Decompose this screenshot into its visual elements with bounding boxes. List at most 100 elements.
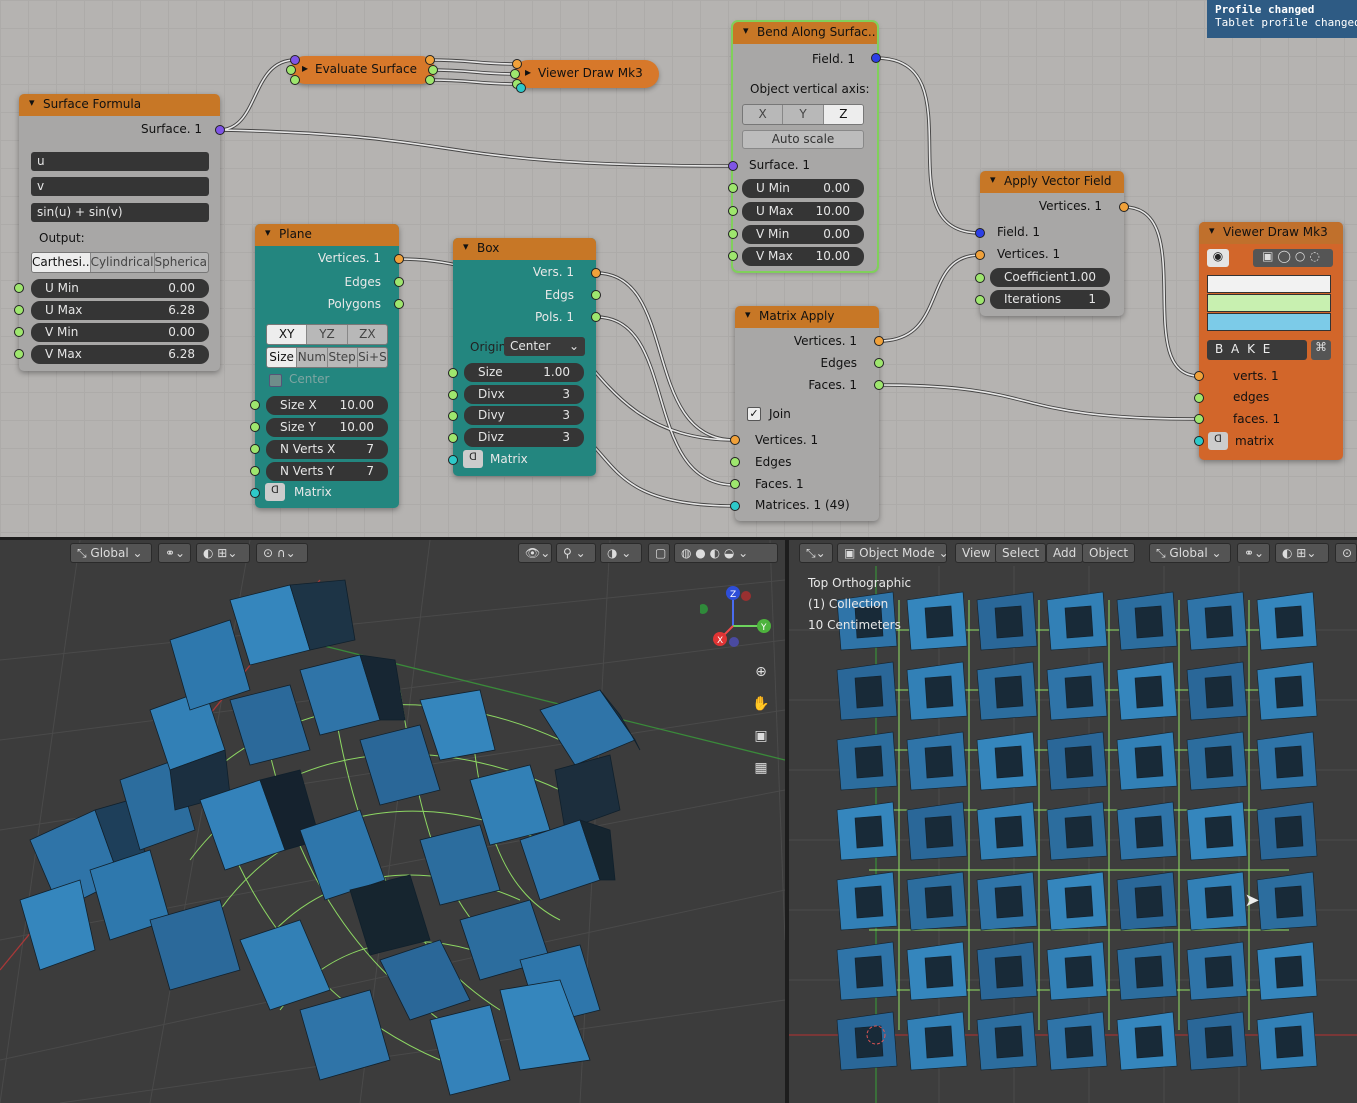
mode-cylindrical[interactable]: Cylindrical (91, 253, 155, 272)
vmax-field[interactable]: V Max 10.00 (742, 247, 864, 266)
umax-socket[interactable] (728, 206, 738, 216)
grid-view-icon[interactable]: ▦ (750, 760, 772, 782)
select-menu[interactable]: Select (995, 543, 1047, 563)
coefficient-field[interactable]: Coefficient 1.00 (990, 268, 1110, 287)
apply-vector-field-node[interactable]: Apply Vector Field Vertices. 1 Field. 1 … (975, 171, 1129, 316)
node-title[interactable]: Box (453, 238, 596, 260)
plane-direction-selector[interactable]: XY YZ ZX (266, 324, 388, 345)
iterations-socket[interactable] (975, 295, 985, 305)
viewport-perspective[interactable]: ⤡ Global ⌄ ⚭⌄ ◐ ⊞⌄ ⊙ ∩⌄ 👁⌄ ⚲ ⌄ ◑ ⌄ ▢ ◍ ●… (0, 540, 785, 1103)
matrix-input-socket[interactable] (1194, 436, 1204, 446)
viewer-small-in-4[interactable] (516, 83, 526, 93)
surface-formula-node[interactable]: Surface Formula Surface. 1 u v sin(u) + … (14, 94, 225, 371)
divx-socket[interactable] (448, 390, 458, 400)
vmax-socket[interactable] (14, 349, 24, 359)
snap-toggle[interactable]: ◐ ⊞⌄ (1275, 543, 1329, 563)
divx-field[interactable]: Divx 3 (464, 385, 584, 404)
umin-socket[interactable] (728, 183, 738, 193)
nvertsx-socket[interactable] (250, 444, 260, 454)
faces-input-socket[interactable] (1194, 414, 1204, 424)
edges-output-socket[interactable] (394, 277, 404, 287)
mode-carthesian[interactable]: Carthesi.. (32, 253, 91, 272)
add-menu[interactable]: Add (1046, 543, 1084, 563)
divy-field[interactable]: Divy 3 (464, 406, 584, 425)
evaluate-v-input[interactable] (290, 75, 300, 85)
evaluate-output-2[interactable] (428, 65, 438, 75)
face-color-swatch[interactable] (1207, 313, 1331, 331)
matrices-input-socket[interactable] (730, 501, 740, 511)
surface-input-socket[interactable] (728, 161, 738, 171)
vertices-input-socket[interactable] (730, 435, 740, 445)
editor-type-dropdown[interactable]: ⤡⌄ (799, 543, 833, 563)
sizex-socket[interactable] (250, 400, 260, 410)
viewer-draw-collapsed-node[interactable]: Viewer Draw Mk3 (514, 60, 659, 88)
object-mode-dropdown[interactable]: ▣ Object Mode ⌄ (837, 543, 949, 563)
faces-output-socket[interactable] (874, 380, 884, 390)
viewer-draw-node[interactable]: Viewer Draw Mk3 ◉ ▣◯○◌ B A K E ⌘ verts. … (1194, 222, 1343, 460)
polygons-output-socket[interactable] (394, 299, 404, 309)
visibility-dropdown[interactable]: 👁⌄ (518, 543, 552, 563)
size-field[interactable]: Size 1.00 (464, 363, 584, 382)
coordinate-mode-selector[interactable]: Carthesi.. Cylindrical Spherical (31, 252, 209, 273)
divz-field[interactable]: Divz 3 (464, 428, 584, 447)
axis-x[interactable]: X (743, 105, 784, 124)
field-output-socket[interactable] (871, 53, 881, 63)
nvertsy-field[interactable]: N Verts Y 7 (266, 462, 388, 481)
umin-field[interactable]: U Min 0.00 (742, 179, 864, 198)
proportional-edit-toggle[interactable]: ⊙ ∩⌄ (256, 543, 308, 563)
faces-input-socket[interactable] (730, 479, 740, 489)
divz-socket[interactable] (448, 433, 458, 443)
matrix-socket[interactable] (448, 455, 458, 465)
zoom-icon[interactable]: ⊕ (750, 664, 772, 686)
sizey-field[interactable]: Size Y 10.00 (266, 418, 388, 437)
navigation-gizmo[interactable]: Z Y X (698, 586, 780, 656)
edges-input-socket[interactable] (730, 457, 740, 467)
node-title[interactable]: Apply Vector Field (980, 171, 1124, 193)
evaluate-output-1[interactable] (425, 55, 435, 65)
evaluate-u-input[interactable] (286, 65, 296, 75)
evaluate-output-3[interactable] (425, 75, 435, 85)
mode-step[interactable]: Step (328, 348, 358, 367)
bend-along-surface-node[interactable]: Bend Along Surfac.. Field. 1 Object vert… (728, 20, 881, 273)
umax-field[interactable]: U Max 6.28 (31, 301, 209, 320)
axis-y[interactable]: Y (783, 105, 824, 124)
xray-toggle[interactable]: ▢ (648, 543, 670, 563)
bake-button[interactable]: B A K E (1207, 340, 1307, 360)
box-node[interactable]: Box Vers. 1 Edgs Pols. 1 Origin Center⌄ … (448, 238, 601, 476)
surface-output-socket[interactable] (215, 125, 225, 135)
proportional-edit-toggle[interactable]: ⊙ (1335, 543, 1357, 563)
vertex-color-swatch[interactable] (1207, 275, 1331, 293)
evaluate-surface-node[interactable]: Evaluate Surface (291, 56, 435, 84)
camera-icon[interactable]: ▣ (750, 728, 772, 750)
vmax-socket[interactable] (728, 251, 738, 261)
node-title[interactable]: Viewer Draw Mk3 (1199, 222, 1343, 244)
verts-input-socket[interactable] (1194, 371, 1204, 381)
vmin-socket[interactable] (14, 327, 24, 337)
expression-u-field[interactable]: u (31, 152, 209, 171)
evaluate-surface-input[interactable] (290, 55, 300, 65)
plane-yz[interactable]: YZ (307, 325, 348, 344)
pivot-dropdown[interactable]: ⚭⌄ (1237, 543, 1270, 563)
pan-hand-icon[interactable]: ✋ (750, 696, 772, 718)
vmin-field[interactable]: V Min 0.00 (31, 323, 209, 342)
axis-selector[interactable]: X Y Z (742, 104, 864, 125)
vmin-field[interactable]: V Min 0.00 (742, 225, 864, 244)
viewer-small-in-2[interactable] (510, 69, 520, 79)
orientation-dropdown[interactable]: ⤡ Global ⌄ (1149, 543, 1231, 563)
mode-sis[interactable]: Si+S (358, 348, 387, 367)
vers-output-socket[interactable] (591, 268, 601, 278)
matrix-socket[interactable] (250, 488, 260, 498)
eye-icon[interactable]: ◉ (1207, 249, 1229, 267)
overlays-toggle[interactable]: ◑ ⌄ (600, 543, 642, 563)
axis-z[interactable]: Z (823, 105, 863, 124)
pivot-dropdown[interactable]: ⚭⌄ (158, 543, 191, 563)
plane-node[interactable]: Plane Vertices. 1 Edges Polygons XY YZ Z… (250, 224, 404, 508)
gizmo-toggle[interactable]: ⚲ ⌄ (556, 543, 596, 563)
divy-socket[interactable] (448, 411, 458, 421)
edge-color-swatch[interactable] (1207, 294, 1331, 312)
vertices-input-socket[interactable] (975, 250, 985, 260)
center-checkbox[interactable] (269, 374, 282, 387)
edgs-output-socket[interactable] (591, 290, 601, 300)
nvertsy-socket[interactable] (250, 466, 260, 476)
node-title[interactable]: Matrix Apply (735, 306, 879, 328)
